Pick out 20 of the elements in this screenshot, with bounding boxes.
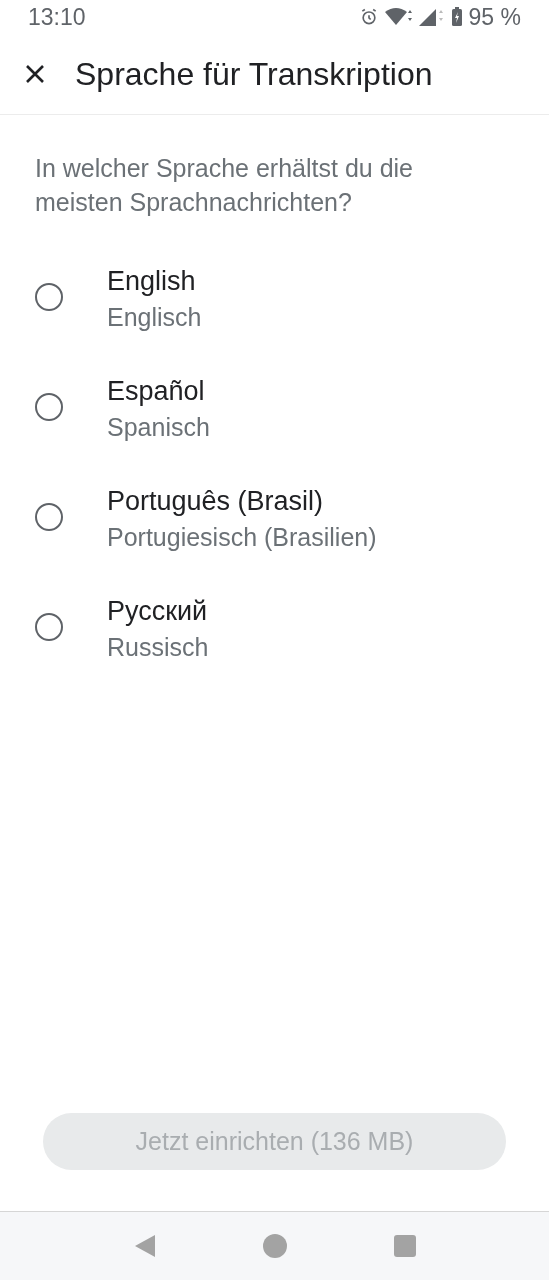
status-time: 13:10 — [28, 2, 86, 32]
signal-icon — [418, 7, 445, 27]
language-translation: Portugiesisch (Brasilien) — [107, 522, 377, 553]
question-text: In welcher Sprache erhältst du die meisten Sprachnachrichten? — [34, 153, 414, 218]
wifi-icon — [384, 7, 413, 27]
language-translation: Russisch — [107, 632, 209, 663]
language-name: Русский — [107, 595, 209, 628]
language-name: Português (Brasil) — [107, 485, 325, 518]
radio-button[interactable] — [35, 503, 63, 531]
language-name: Español — [107, 375, 206, 408]
language-translation: Spanisch — [107, 412, 210, 443]
page-title: Sprache für Transkription — [75, 55, 433, 94]
battery-icon — [450, 7, 463, 27]
language-name: English — [107, 265, 197, 298]
radio-button[interactable] — [35, 613, 63, 641]
battery-level: 95 % — [468, 2, 521, 32]
radio-button[interactable] — [35, 283, 63, 311]
close-icon — [24, 63, 46, 85]
language-translation: Englisch — [107, 302, 202, 333]
radio-button[interactable] — [35, 393, 63, 421]
